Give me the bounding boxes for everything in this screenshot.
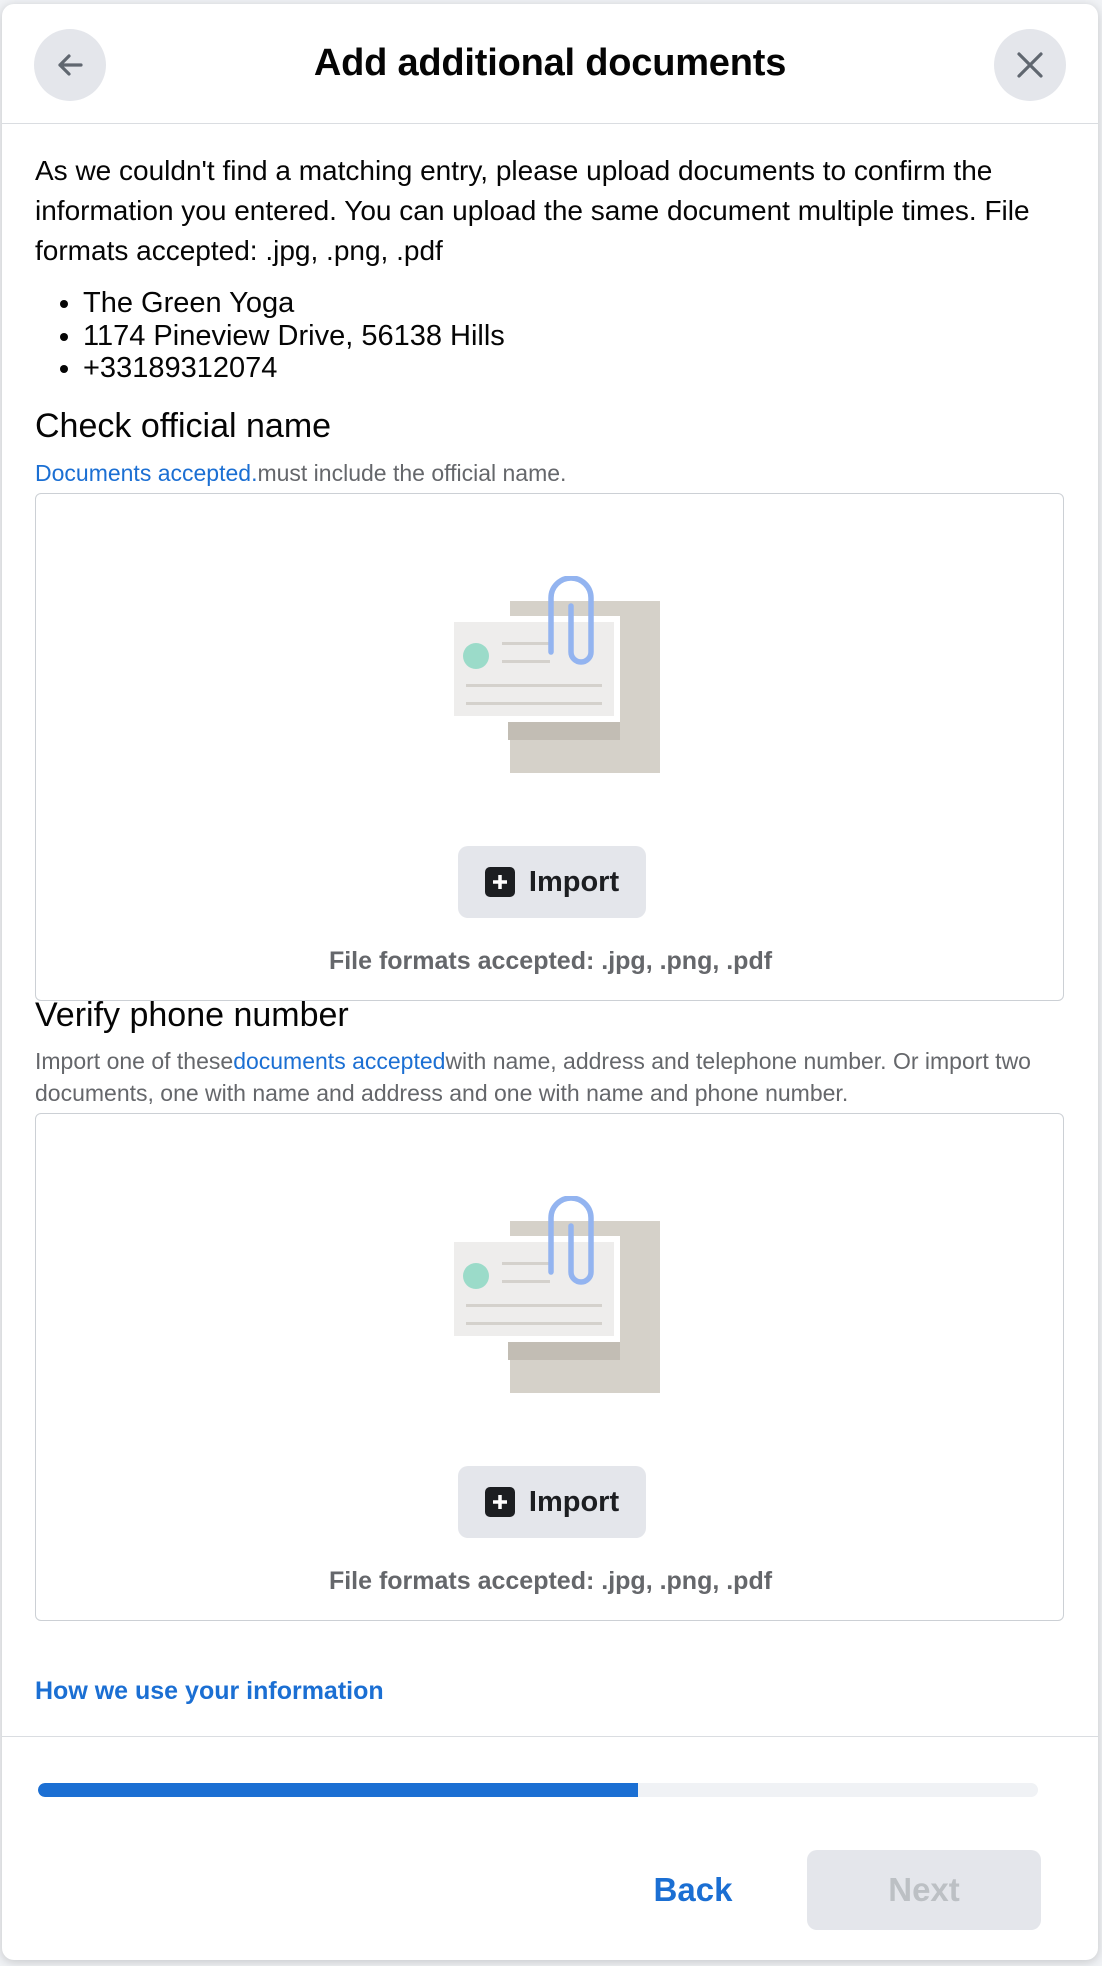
upload-dropzone-official-name[interactable]: Import File formats accepted: .jpg, .png… [35,493,1064,1001]
back-button[interactable]: Back [618,1850,768,1930]
list-item: The Green Yoga [83,287,505,320]
list-item: +33189312074 [83,352,505,385]
import-label: Import [528,1485,620,1518]
dialog-header: Add additional documents [2,4,1098,124]
section-desc-phone-number: Import one of thesedocuments acceptedwit… [35,1045,1075,1109]
dialog-title: Add additional documents [313,42,787,84]
progress-bar [38,1783,1038,1797]
close-icon [1017,52,1043,78]
add-documents-dialog: Add additional documents As we couldn't … [2,4,1098,1960]
how-we-use-info-link[interactable]: How we use your information [35,1677,384,1706]
section-title-phone-number: Verify phone number [35,996,349,1034]
entered-info-list: The Green Yoga 1174 Pineview Drive, 5613… [35,287,505,385]
close-button[interactable] [994,29,1066,101]
file-formats-text: File formats accepted: .jpg, .png, .pdf [328,1567,773,1595]
dialog-footer: Back Next [2,1736,1098,1960]
desc-prefix: Import one of these [35,1048,234,1074]
plus-icon [484,867,515,897]
section-title-official-name: Check official name [35,407,332,445]
list-item: 1174 Pineview Drive, 56138 Hills [83,320,505,353]
document-illustration-icon [448,1196,660,1393]
upload-dropzone-phone-number[interactable]: Import File formats accepted: .jpg, .png… [35,1113,1064,1621]
desc-suffix: must include the official name. [257,460,567,486]
progress-fill [38,1783,638,1797]
plus-icon [484,1487,515,1517]
documents-accepted-link[interactable]: documents accepted [233,1048,445,1074]
import-button-official-name[interactable]: Import [458,846,646,918]
file-formats-text: File formats accepted: .jpg, .png, .pdf [328,947,773,975]
import-label: Import [528,865,620,898]
next-button[interactable]: Next [807,1850,1041,1930]
section-desc-official-name: Documents accepted.must include the offi… [35,457,1075,489]
document-illustration-icon [448,576,660,773]
intro-text: As we couldn't find a matching entry, pl… [35,155,1030,266]
import-button-phone-number[interactable]: Import [458,1466,646,1538]
documents-accepted-link[interactable]: Documents accepted. [35,460,257,486]
